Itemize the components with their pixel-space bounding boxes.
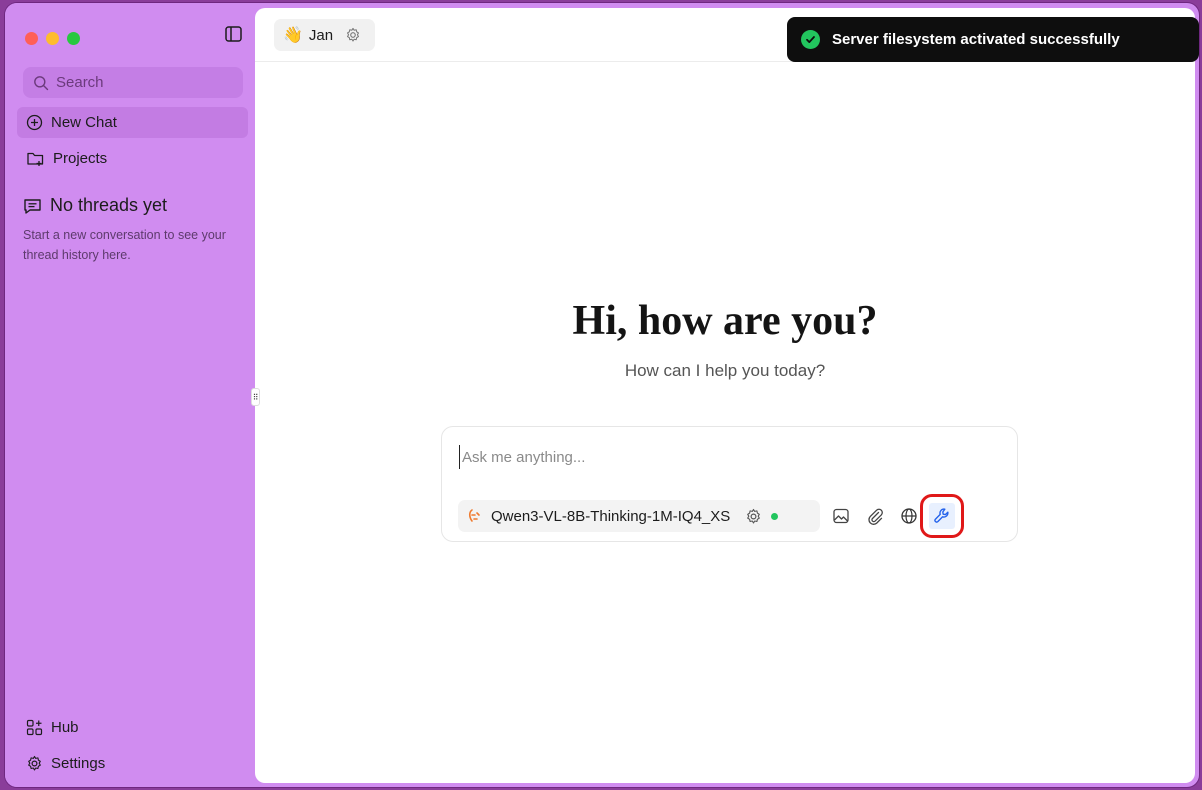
image-upload-button[interactable] bbox=[828, 503, 854, 529]
check-circle-icon bbox=[801, 30, 820, 49]
app-window: Search New Chat Projects No threads yet … bbox=[5, 3, 1199, 787]
assistant-name: Jan bbox=[308, 26, 334, 44]
model-name: Qwen3-VL-8B-Thinking-1M-IQ4_XS bbox=[491, 507, 731, 525]
toast-message: Server filesystem activated successfully bbox=[832, 31, 1120, 48]
no-threads-description: Start a new conversation to see your thr… bbox=[23, 228, 226, 262]
maximize-window-button[interactable] bbox=[67, 32, 80, 45]
sidebar: Search New Chat Projects No threads yet … bbox=[5, 3, 255, 787]
search-placeholder: Search bbox=[56, 74, 104, 91]
gear-icon[interactable] bbox=[345, 27, 361, 43]
main-panel: 👋 Jan Hi, how are you? How can I help yo… bbox=[255, 8, 1195, 783]
chat-composer: Qwen3-VL-8B-Thinking-1M-IQ4_XS bbox=[441, 426, 1018, 542]
globe-icon bbox=[901, 508, 917, 524]
gear-icon[interactable] bbox=[745, 508, 762, 525]
hub-button[interactable]: Hub bbox=[17, 712, 248, 743]
success-toast: Server filesystem activated successfully bbox=[787, 17, 1199, 62]
close-window-button[interactable] bbox=[25, 32, 38, 45]
wave-emoji-icon: 👋 bbox=[283, 27, 303, 44]
projects-label: Projects bbox=[53, 150, 108, 167]
search-box[interactable]: Search bbox=[23, 67, 243, 98]
model-selector[interactable]: Qwen3-VL-8B-Thinking-1M-IQ4_XS bbox=[458, 500, 820, 532]
wrench-icon bbox=[934, 508, 949, 523]
no-threads-title: No threads yet bbox=[50, 195, 168, 215]
assistant-selector[interactable]: 👋 Jan bbox=[274, 19, 375, 51]
greeting-title: Hi, how are you? bbox=[572, 298, 878, 344]
settings-label: Settings bbox=[51, 755, 106, 772]
minimize-window-button[interactable] bbox=[46, 32, 59, 45]
grid-plus-icon bbox=[26, 719, 43, 736]
window-controls bbox=[25, 32, 80, 45]
message-input[interactable] bbox=[459, 445, 999, 469]
plus-circle-icon bbox=[26, 114, 43, 131]
web-search-button[interactable] bbox=[896, 503, 922, 529]
hub-label: Hub bbox=[51, 719, 79, 736]
sidebar-resize-handle[interactable]: ⠿ bbox=[251, 388, 260, 406]
tools-button[interactable] bbox=[920, 494, 964, 538]
attach-file-button[interactable] bbox=[862, 503, 888, 529]
no-threads-heading: No threads yet bbox=[23, 195, 167, 216]
settings-button[interactable]: Settings bbox=[17, 748, 248, 779]
image-icon bbox=[833, 508, 849, 524]
model-status-dot bbox=[771, 512, 779, 520]
search-icon bbox=[34, 75, 49, 90]
folder-plus-icon bbox=[27, 152, 44, 166]
paperclip-icon bbox=[868, 508, 883, 525]
message-square-icon bbox=[24, 198, 41, 214]
projects-button[interactable]: Projects bbox=[17, 143, 248, 174]
panel-left-icon[interactable] bbox=[224, 25, 244, 43]
new-chat-label: New Chat bbox=[51, 114, 117, 131]
new-chat-button[interactable]: New Chat bbox=[17, 107, 248, 138]
model-provider-icon bbox=[468, 509, 480, 522]
gear-icon bbox=[28, 755, 41, 771]
greeting-subtitle: How can I help you today? bbox=[624, 361, 826, 380]
